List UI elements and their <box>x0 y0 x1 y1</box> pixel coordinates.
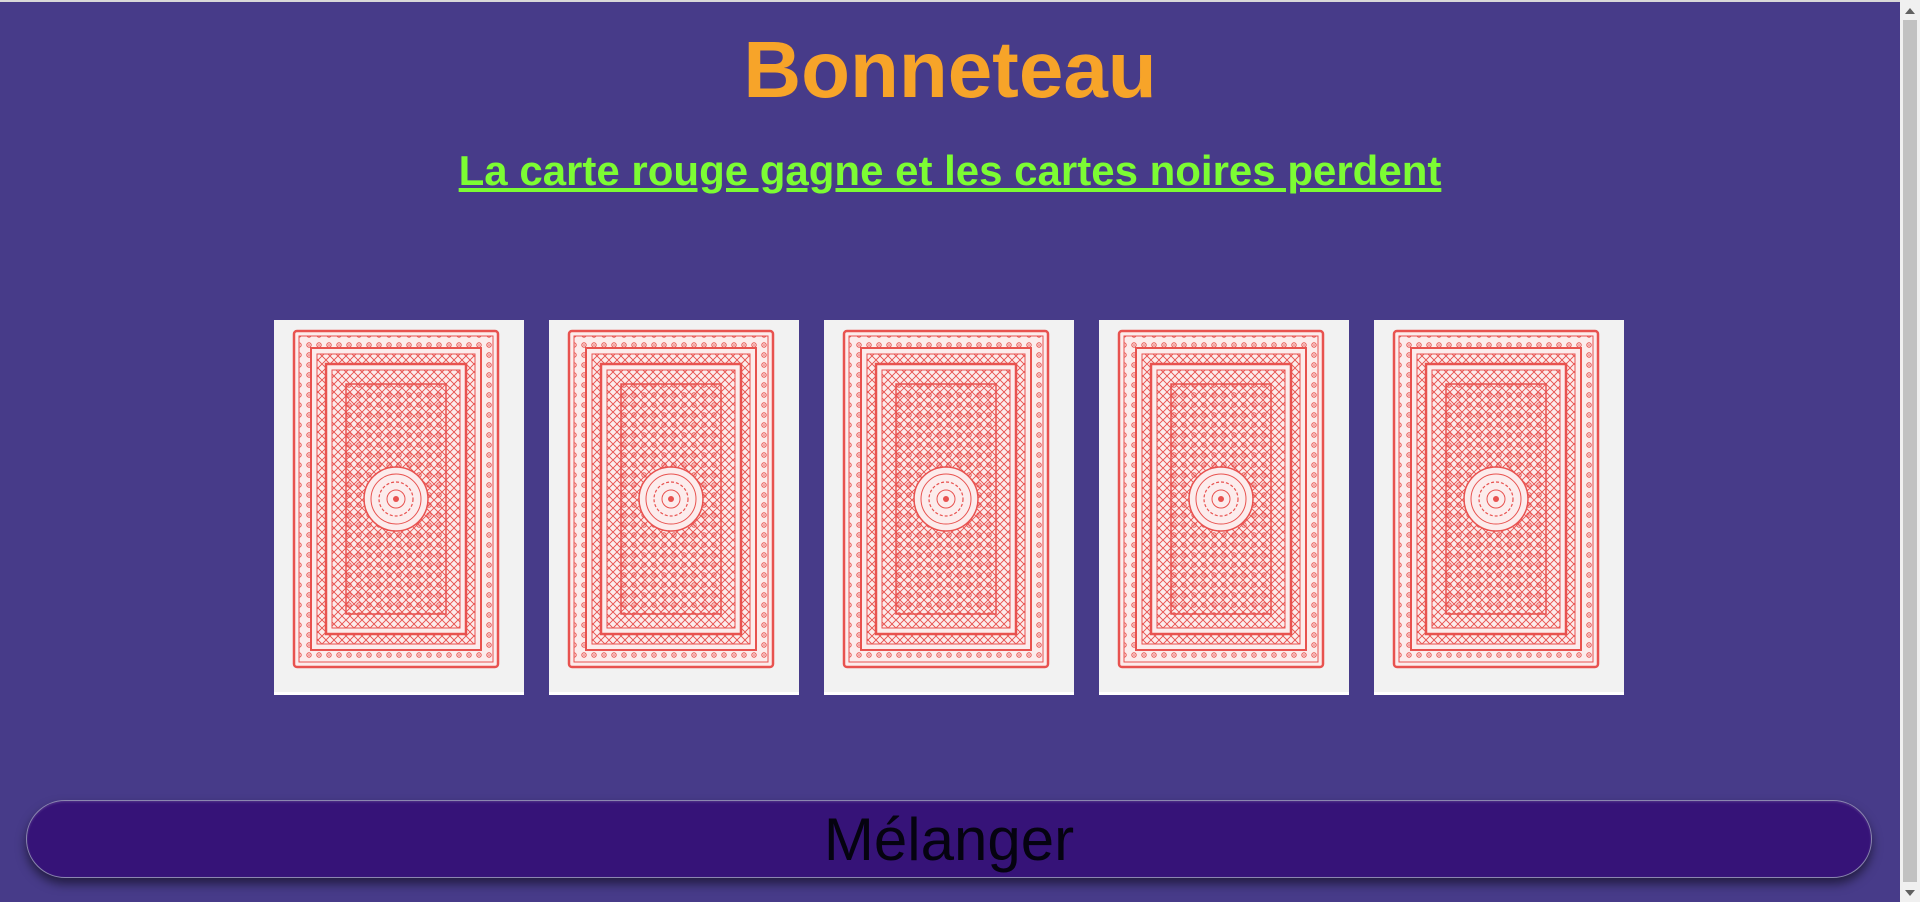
page-title: Bonneteau <box>743 25 1157 114</box>
shuffle-button[interactable]: Mélanger <box>26 800 1872 878</box>
card-1[interactable] <box>274 320 524 695</box>
card-5[interactable] <box>1374 320 1624 695</box>
scroll-up-arrow-icon[interactable] <box>1900 2 1920 20</box>
cards-row <box>274 320 1624 695</box>
card-4[interactable] <box>1099 320 1349 695</box>
scroll-down-arrow-icon[interactable] <box>1900 884 1920 902</box>
game-rules-subtitle: La carte rouge gagne et les cartes noire… <box>458 147 1442 194</box>
card-back-pattern <box>1099 320 1349 695</box>
card-back-pattern <box>549 320 799 695</box>
card-back-pattern <box>1374 320 1624 695</box>
card-3[interactable] <box>824 320 1074 695</box>
card-2[interactable] <box>549 320 799 695</box>
scrollbar-thumb[interactable] <box>1903 20 1917 882</box>
card-back-pattern <box>824 320 1074 695</box>
card-back-pattern <box>274 320 524 695</box>
vertical-scrollbar[interactable] <box>1900 0 1920 902</box>
game-page: Bonneteau La carte rouge gagne et les ca… <box>0 0 1900 902</box>
